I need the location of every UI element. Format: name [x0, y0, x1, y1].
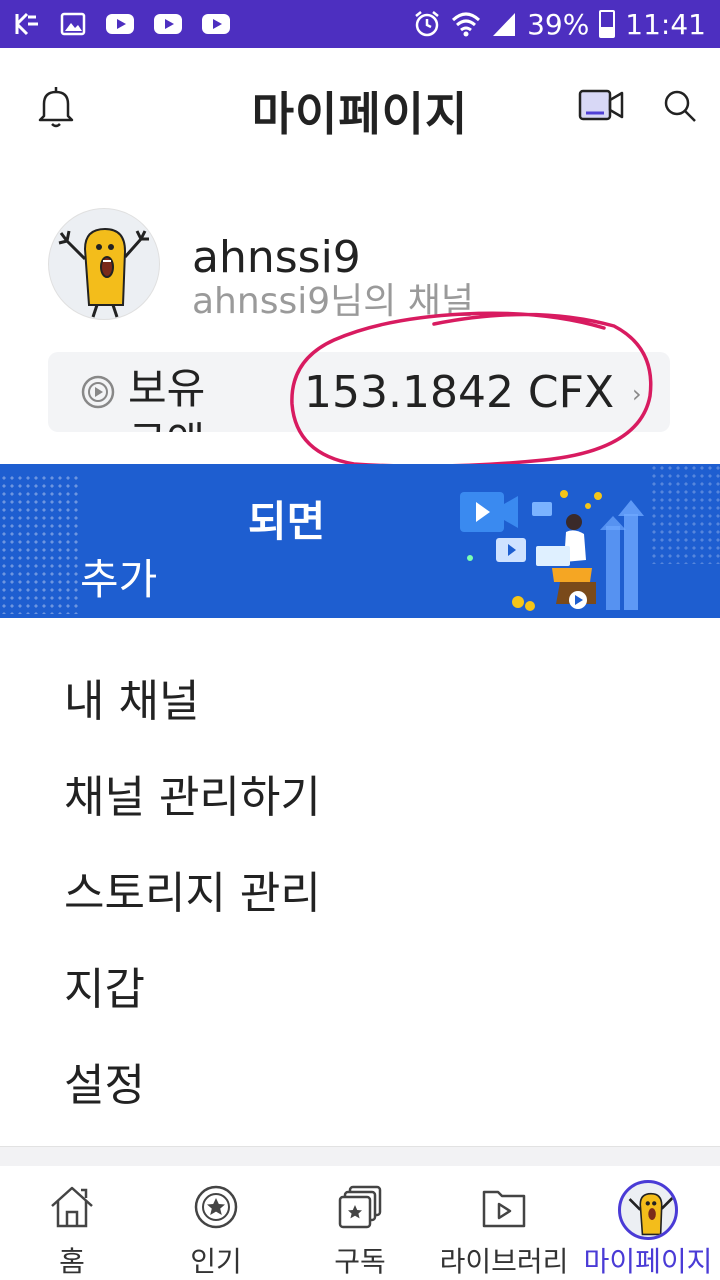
bottom-nav: 홈 인기 구독 라이브러리 마이페이지: [0, 1166, 720, 1280]
app-bar: 마이페이지: [0, 48, 720, 160]
screen: 39% 11:41 마이페이지 ahnssi9 ahnssi9님의 채널 보유 …: [0, 0, 720, 1280]
play-circle-icon: [80, 374, 116, 414]
k-icon: [14, 11, 40, 37]
menu-list: 내 채널 채널 관리하기 스토리지 관리 지갑 설정: [64, 670, 321, 1150]
home-icon: [48, 1184, 96, 1234]
popular-star-icon: [193, 1184, 239, 1234]
clock: 11:41: [625, 7, 706, 41]
battery-percent: 39%: [527, 7, 590, 41]
video-camera-icon[interactable]: [578, 88, 624, 126]
nav-popular[interactable]: 인기: [144, 1166, 288, 1280]
avatar-icon: [618, 1180, 678, 1240]
chevron-right-icon: ›: [632, 380, 642, 408]
alarm-icon: [413, 10, 441, 38]
banner-illustration: [460, 490, 644, 611]
balance-value: 153.1842 CFX: [304, 367, 615, 418]
gallery-icon: [60, 11, 86, 37]
wifi-icon: [451, 10, 481, 38]
youtube-icon: [106, 14, 134, 34]
menu-item-my-channel[interactable]: 내 채널: [64, 670, 321, 766]
balance-card[interactable]: 보유 금액 153.1842 CFX ›: [48, 352, 670, 432]
nav-subscriptions[interactable]: 구독: [288, 1166, 432, 1280]
nav-label: 마이페이지: [583, 1245, 713, 1278]
dots-decoration: [650, 464, 720, 564]
nav-library[interactable]: 라이브러리: [432, 1166, 576, 1280]
nav-home[interactable]: 홈: [0, 1166, 144, 1280]
channel-name: ahnssi9님의 채널: [192, 281, 475, 322]
menu-item-wallet[interactable]: 지갑: [64, 958, 321, 1054]
promo-banner[interactable]: 되면 추가: [0, 464, 720, 618]
divider: [0, 1146, 720, 1166]
youtube-icon: [202, 14, 230, 34]
battery-icon: [599, 10, 616, 38]
avatar[interactable]: [48, 208, 160, 320]
nav-label: 라이브러리: [439, 1245, 569, 1278]
dots-decoration: [0, 474, 80, 614]
nav-label: 홈: [59, 1245, 85, 1278]
banner-text-line1: 되면: [248, 497, 326, 546]
menu-item-channel-manage[interactable]: 채널 관리하기: [64, 766, 321, 862]
banner-text-line2: 추가: [80, 555, 158, 604]
balance-label: 보유 금액: [128, 364, 206, 432]
youtube-icon: [154, 14, 182, 34]
nav-mypage[interactable]: 마이페이지: [576, 1166, 720, 1280]
status-bar: 39% 11:41: [0, 0, 720, 48]
search-icon[interactable]: [662, 88, 698, 128]
menu-item-settings[interactable]: 설정: [64, 1054, 321, 1150]
library-icon: [480, 1184, 528, 1234]
menu-item-storage-manage[interactable]: 스토리지 관리: [64, 862, 321, 958]
nav-label: 인기: [190, 1245, 242, 1278]
nav-label: 구독: [334, 1245, 386, 1278]
avatar-character-icon: [58, 227, 149, 318]
signal-icon: [491, 10, 517, 38]
subscriptions-icon: [336, 1184, 384, 1234]
